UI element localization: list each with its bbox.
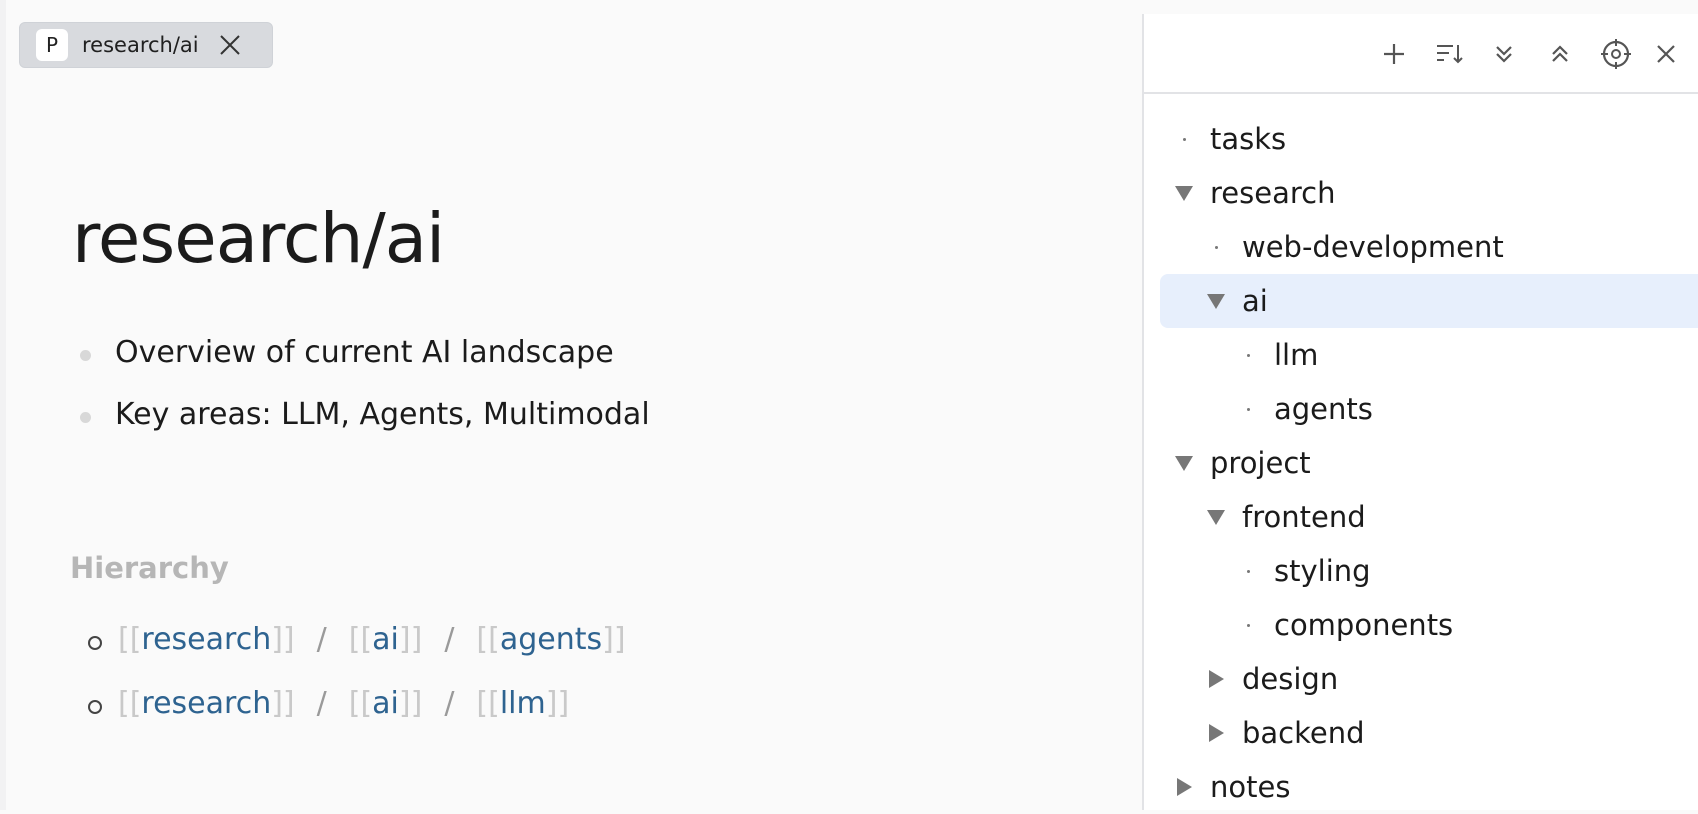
dot-icon	[1246, 353, 1250, 357]
tree-item-label: styling	[1274, 554, 1371, 588]
hierarchy-heading: Hierarchy	[70, 551, 229, 585]
page-type-letter: P	[45, 33, 59, 57]
tree-item-label: web-development	[1242, 230, 1504, 264]
block-bullet[interactable]	[80, 350, 91, 361]
page-ref-link[interactable]: ai	[372, 622, 399, 657]
close-bracket: ]]	[271, 622, 295, 657]
tree-item-label: project	[1210, 446, 1311, 480]
hierarchy-path: [[research]] / [[ai]] / [[llm]]	[88, 686, 626, 750]
path-separator: /	[316, 622, 327, 657]
sort-icon[interactable]	[1432, 36, 1468, 72]
tree-item-tasks[interactable]: tasks	[1172, 112, 1286, 166]
path-separator: /	[316, 686, 327, 721]
open-bracket: [[	[348, 622, 373, 657]
triangle-down-icon[interactable]	[1204, 289, 1228, 313]
collapse-all-icon[interactable]	[1542, 36, 1578, 72]
tree-item-llm[interactable]: llm	[1236, 328, 1318, 382]
path-separator: /	[444, 622, 455, 657]
tree-item-frontend[interactable]: frontend	[1204, 490, 1366, 544]
close-bracket: ]]	[398, 622, 423, 657]
triangle-right-icon[interactable]	[1204, 667, 1228, 691]
triangle-down-icon[interactable]	[1172, 181, 1196, 205]
tree-item-project[interactable]: project	[1172, 436, 1311, 490]
close-bracket: ]]	[271, 686, 295, 721]
page-title: research/ai	[72, 199, 445, 279]
triangle-down-icon[interactable]	[1172, 451, 1196, 475]
dot-icon	[1246, 623, 1250, 627]
close-sidebar-icon[interactable]	[1648, 36, 1684, 72]
tree-item-label: design	[1242, 662, 1339, 696]
close-bracket: ]]	[545, 686, 570, 721]
open-bracket: [[	[118, 622, 142, 657]
tab-research-ai[interactable]: P research/ai	[19, 22, 273, 68]
leaf-dot-icon	[1172, 127, 1196, 151]
open-bracket: [[	[476, 686, 500, 721]
tree-item-label: research	[1210, 176, 1336, 210]
path-separator: /	[444, 686, 455, 721]
page-ref-link[interactable]: agents	[500, 622, 602, 657]
tree-item-label: frontend	[1242, 500, 1366, 534]
expand-all-icon[interactable]	[1486, 36, 1522, 72]
close-bracket: ]]	[398, 686, 423, 721]
triangle-right-icon[interactable]	[1204, 721, 1228, 745]
hierarchy-list: [[research]] / [[ai]] / [[agents]] [[res…	[88, 622, 626, 750]
tree-item-label: notes	[1210, 770, 1291, 804]
triangle-right-icon[interactable]	[1172, 775, 1196, 799]
close-bracket: ]]	[602, 622, 626, 657]
tree-item-components[interactable]: components	[1236, 598, 1453, 652]
open-bracket: [[	[348, 686, 373, 721]
tab-title: research/ai	[82, 33, 199, 57]
tree-item-research[interactable]: research	[1172, 166, 1335, 220]
open-bracket: [[	[118, 686, 142, 721]
leaf-dot-icon	[1236, 343, 1260, 367]
hierarchy-path: [[research]] / [[ai]] / [[agents]]	[88, 622, 626, 686]
tree-item-backend[interactable]: backend	[1204, 706, 1365, 760]
add-icon[interactable]	[1376, 36, 1412, 72]
tree-item-label: tasks	[1210, 122, 1287, 156]
block-item[interactable]: Key areas: LLM, Agents, Multimodal	[80, 397, 650, 459]
dot-icon	[1214, 245, 1218, 249]
open-bracket: [[	[476, 622, 500, 657]
leaf-dot-icon	[1236, 397, 1260, 421]
tree-item-agents[interactable]: agents	[1236, 382, 1373, 436]
locate-icon[interactable]	[1598, 36, 1634, 72]
leaf-dot-icon	[1204, 235, 1228, 259]
dot-icon	[1246, 407, 1250, 411]
leaf-dot-icon	[1236, 613, 1260, 637]
page-tree-sidebar: tasks research web-development ai llm agents p…	[1142, 14, 1698, 810]
sidebar-toolbar	[1144, 14, 1698, 94]
tree-item-styling[interactable]: styling	[1236, 544, 1371, 598]
hierarchy-bullet	[88, 636, 102, 650]
page-ref-link[interactable]: research	[141, 622, 271, 657]
dot-icon	[1182, 137, 1186, 141]
page-ref-link[interactable]: ai	[372, 686, 399, 721]
tree-item-label: ai	[1242, 284, 1268, 318]
tree-item-label: backend	[1242, 716, 1365, 750]
leaf-dot-icon	[1236, 559, 1260, 583]
page-ref-link[interactable]: llm	[500, 686, 546, 721]
window-edge	[0, 0, 6, 810]
triangle-down-icon[interactable]	[1204, 505, 1228, 529]
tree-item-label: components	[1274, 608, 1454, 642]
page-type-icon: P	[36, 29, 68, 61]
block-text[interactable]: Overview of current AI landscape	[115, 335, 614, 370]
block-item[interactable]: Overview of current AI landscape	[80, 335, 650, 397]
dot-icon	[1246, 569, 1250, 573]
tree-item-web-development[interactable]: web-development	[1204, 220, 1504, 274]
tree-item-design[interactable]: design	[1204, 652, 1338, 706]
block-bullet[interactable]	[80, 412, 91, 423]
tree-item-ai[interactable]: ai	[1160, 274, 1698, 328]
tab-close-icon[interactable]	[217, 32, 243, 58]
tree-item-notes[interactable]: notes	[1172, 760, 1290, 814]
tree-item-label: llm	[1274, 338, 1319, 372]
hierarchy-bullet	[88, 700, 102, 714]
tree-item-label: agents	[1274, 392, 1373, 426]
block-list: Overview of current AI landscape Key are…	[80, 335, 650, 459]
page-ref-link[interactable]: research	[141, 686, 271, 721]
block-text[interactable]: Key areas: LLM, Agents, Multimodal	[115, 397, 650, 432]
